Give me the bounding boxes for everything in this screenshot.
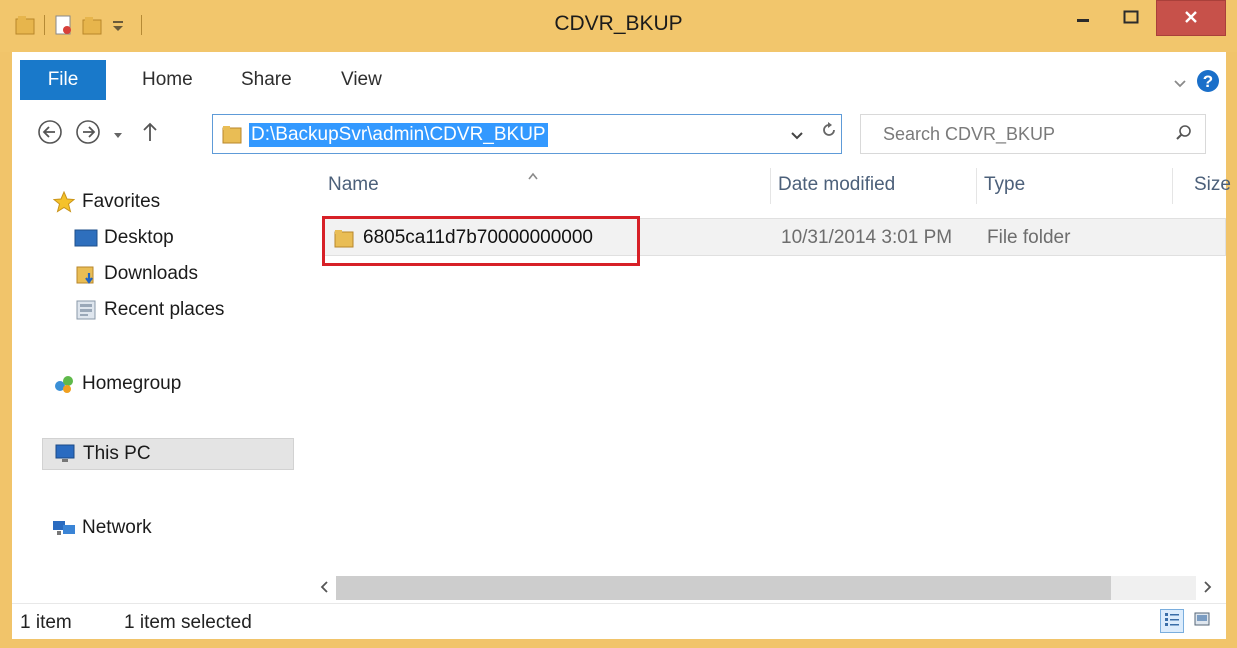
forward-button[interactable] bbox=[72, 118, 104, 150]
selection-count: 1 item selected bbox=[124, 612, 252, 633]
file-date-modified: 10/31/2014 3:01 PM bbox=[781, 227, 953, 248]
sidebar-item-homegroup[interactable]: Homegroup bbox=[52, 368, 181, 400]
sidebar-item-desktop[interactable]: Desktop bbox=[74, 222, 174, 254]
back-button[interactable] bbox=[34, 118, 66, 150]
title-bar[interactable]: CDVR_BKUP bbox=[0, 0, 1237, 52]
minimize-icon bbox=[1076, 9, 1090, 28]
sort-ascending-icon bbox=[527, 166, 539, 185]
address-dropdown-icon[interactable] bbox=[790, 126, 804, 145]
desktop-icon bbox=[74, 227, 98, 249]
column-header-name[interactable]: Name bbox=[328, 174, 379, 196]
tab-view[interactable]: View bbox=[341, 60, 382, 100]
chevron-left-icon bbox=[319, 579, 329, 598]
qat-separator bbox=[44, 15, 45, 35]
scroll-left-button[interactable] bbox=[314, 577, 334, 599]
horizontal-scrollbar[interactable] bbox=[12, 573, 1226, 603]
sidebar-item-label: Favorites bbox=[82, 191, 161, 212]
column-divider[interactable] bbox=[1172, 168, 1173, 204]
navigation-pane: Favorites Desktop Downloads Recent place… bbox=[12, 158, 294, 606]
svg-text:?: ? bbox=[1203, 72, 1213, 91]
new-document-icon[interactable] bbox=[51, 14, 75, 36]
explorer-window: CDVR_BKUP File Home Share View ? D:\Back… bbox=[0, 0, 1237, 648]
tab-home[interactable]: Home bbox=[142, 60, 193, 100]
downloads-folder-icon bbox=[74, 263, 98, 285]
new-folder-icon[interactable] bbox=[81, 14, 105, 36]
window-title: CDVR_BKUP bbox=[554, 12, 683, 35]
recent-locations-button[interactable] bbox=[108, 118, 128, 150]
sidebar-item-favorites[interactable]: Favorites bbox=[52, 186, 160, 218]
chevron-right-icon bbox=[1203, 579, 1213, 598]
folder-icon bbox=[221, 123, 243, 149]
sidebar-item-label: Desktop bbox=[104, 227, 174, 248]
item-count: 1 item bbox=[20, 612, 72, 633]
search-box[interactable]: Search CDVR_BKUP bbox=[860, 114, 1206, 154]
ribbon: File Home Share View ? bbox=[12, 52, 1226, 109]
sidebar-item-network[interactable]: Network bbox=[52, 512, 152, 544]
details-view-button[interactable] bbox=[1160, 609, 1184, 633]
tab-share[interactable]: Share bbox=[241, 60, 292, 100]
refresh-icon bbox=[820, 120, 838, 144]
minimize-button[interactable] bbox=[1060, 0, 1106, 36]
chevron-down-icon bbox=[113, 125, 123, 144]
recent-places-icon bbox=[74, 299, 98, 321]
scroll-thumb[interactable] bbox=[336, 576, 1111, 600]
file-name[interactable]: 6805ca11d7b70000000000 bbox=[363, 227, 593, 249]
status-bar: 1 item 1 item selected bbox=[12, 603, 1226, 639]
details-view-icon bbox=[1164, 611, 1180, 631]
table-row[interactable]: 6805ca11d7b70000000000 10/31/2014 3:01 P… bbox=[322, 218, 1226, 256]
scroll-right-button[interactable] bbox=[1198, 577, 1218, 599]
column-divider[interactable] bbox=[976, 168, 977, 204]
help-icon[interactable]: ? bbox=[1196, 66, 1226, 96]
column-header-size[interactable]: Size bbox=[1194, 174, 1231, 196]
column-divider[interactable] bbox=[770, 168, 771, 204]
quick-access-toolbar bbox=[14, 10, 142, 40]
forward-arrow-icon bbox=[75, 119, 101, 149]
homegroup-icon bbox=[52, 373, 76, 395]
customize-dropdown-icon[interactable] bbox=[111, 14, 135, 36]
address-bar[interactable]: D:\BackupSvr\admin\CDVR_BKUP bbox=[212, 114, 842, 154]
large-icons-view-icon bbox=[1194, 611, 1210, 631]
file-list: Name Date modified Type Size 6805ca11d7b… bbox=[312, 158, 1231, 606]
sidebar-item-label: Recent places bbox=[104, 299, 225, 320]
up-arrow-icon bbox=[141, 121, 159, 147]
scroll-track[interactable] bbox=[336, 576, 1196, 600]
chevron-down-icon[interactable] bbox=[1174, 74, 1186, 93]
sidebar-item-downloads[interactable]: Downloads bbox=[74, 258, 198, 290]
close-button[interactable] bbox=[1156, 0, 1226, 36]
sidebar-item-label: Downloads bbox=[104, 263, 198, 284]
folder-properties-icon[interactable] bbox=[14, 14, 38, 36]
sidebar-item-recent-places[interactable]: Recent places bbox=[74, 294, 224, 326]
sidebar-item-label: Homegroup bbox=[82, 373, 182, 394]
tab-file[interactable]: File bbox=[20, 60, 106, 100]
address-path[interactable]: D:\BackupSvr\admin\CDVR_BKUP bbox=[249, 123, 548, 147]
sidebar-item-label: This PC bbox=[83, 443, 151, 464]
sidebar-item-this-pc[interactable]: This PC bbox=[42, 438, 294, 470]
sidebar-item-label: Network bbox=[82, 517, 152, 538]
folder-icon bbox=[333, 227, 355, 253]
up-button[interactable] bbox=[136, 118, 164, 150]
search-icon[interactable] bbox=[1175, 124, 1193, 146]
main-area: Favorites Desktop Downloads Recent place… bbox=[12, 158, 1231, 606]
search-input[interactable]: Search CDVR_BKUP bbox=[883, 124, 1055, 145]
file-type: File folder bbox=[987, 227, 1071, 248]
network-icon bbox=[52, 517, 76, 539]
star-icon bbox=[52, 191, 76, 213]
qat-separator bbox=[141, 15, 142, 35]
close-icon bbox=[1184, 9, 1198, 28]
column-header-date[interactable]: Date modified bbox=[778, 174, 895, 196]
large-icons-view-button[interactable] bbox=[1190, 609, 1214, 633]
maximize-button[interactable] bbox=[1108, 0, 1154, 36]
computer-icon bbox=[53, 443, 77, 465]
back-arrow-icon bbox=[37, 119, 63, 149]
navigation-bar: D:\BackupSvr\admin\CDVR_BKUP Search CDVR… bbox=[12, 108, 1226, 158]
maximize-icon bbox=[1123, 9, 1139, 28]
column-header-type[interactable]: Type bbox=[984, 174, 1025, 196]
refresh-button[interactable] bbox=[817, 120, 841, 144]
